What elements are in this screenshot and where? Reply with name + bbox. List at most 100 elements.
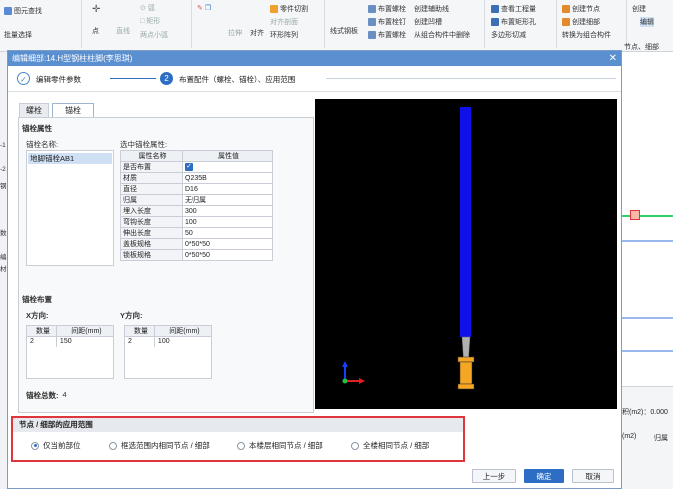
table-row[interactable]: 2 100: [124, 336, 213, 348]
table-row[interactable]: 材质 Q235B: [120, 172, 273, 184]
qty-header: 数量: [26, 325, 57, 337]
arc-icon: ⊙: [140, 5, 146, 12]
point-icon: ✛: [92, 4, 101, 15]
table-row[interactable]: 伸出长度 50: [120, 227, 273, 239]
create-right-button[interactable]: 创建: [632, 4, 646, 14]
scope-option-building[interactable]: 全楼相同节点 / 细部: [351, 440, 429, 451]
linear-plate-button[interactable]: 线式钢板: [330, 26, 358, 36]
left-strip-item: -2: [0, 166, 6, 173]
bolt-icon: [368, 5, 376, 13]
convert-to-combo-button[interactable]: 转换为组合构件: [562, 30, 611, 40]
place-bolt-button[interactable]: 布置螺栓: [368, 4, 406, 14]
prop-value-cell[interactable]: ✓: [182, 161, 273, 173]
prop-value-cell[interactable]: Q235B: [182, 172, 273, 184]
area-readout: 积(m2)：0.000: [622, 409, 668, 416]
prop-value-cell[interactable]: 100: [182, 216, 273, 228]
layout-title: 锚栓布置: [22, 295, 52, 304]
ok-button[interactable]: 确定: [524, 469, 564, 483]
base-plate-body: [459, 361, 473, 385]
table-row[interactable]: 归属 无归属: [120, 194, 273, 206]
align-button[interactable]: 对齐: [250, 28, 264, 38]
anchor-list[interactable]: 地脚锚栓AB1: [26, 150, 114, 266]
stretch-button[interactable]: 拉伸: [228, 28, 242, 38]
x-qty-cell[interactable]: 2: [26, 336, 57, 348]
radio-selected-icon[interactable]: [31, 441, 39, 450]
rect-icon: □: [140, 17, 145, 25]
prop-name-cell: 直径: [120, 183, 183, 195]
y-direction-grid[interactable]: 数量 间距(mm) 2 100: [124, 325, 213, 348]
tab-anchor[interactable]: 锚栓: [52, 103, 94, 117]
cancel-button[interactable]: 取消: [572, 469, 614, 483]
prop-value-cell[interactable]: 0*50*50: [182, 249, 273, 261]
create-node-button[interactable]: 创建节点: [562, 4, 600, 14]
table-row[interactable]: 是否布置 ✓: [120, 161, 273, 173]
checkbox-checked-icon[interactable]: ✓: [185, 163, 193, 171]
part-cut-button[interactable]: 零件切割: [270, 4, 308, 14]
prop-value-cell[interactable]: 无归属: [182, 194, 273, 206]
scope-option-floor[interactable]: 本楼层相同节点 / 细部: [237, 440, 323, 451]
line-button[interactable]: 直线: [116, 26, 130, 36]
prop-value-cell[interactable]: D16: [182, 183, 273, 195]
table-row[interactable]: 锁板规格 0*50*50: [120, 249, 273, 261]
property-grid-panel: 积(m2)：0.000 (m2) 归属: [622, 386, 673, 489]
preview-viewport[interactable]: [315, 99, 617, 409]
view-quantities-button[interactable]: 查看工程量: [491, 4, 536, 14]
rect-button[interactable]: □ 矩形: [140, 16, 160, 26]
y-qty-cell[interactable]: 2: [124, 336, 155, 348]
radio-icon[interactable]: [237, 441, 245, 450]
ring-array-button[interactable]: 环形阵列: [270, 30, 298, 40]
stud-icon: [368, 18, 376, 26]
step1-label: 编辑零件参数: [36, 75, 81, 84]
table-row[interactable]: 直径 D16: [120, 183, 273, 195]
table-row[interactable]: 2 150: [26, 336, 115, 348]
prop-name-cell: 埋入长度: [120, 205, 183, 217]
polygon-cut-button[interactable]: 多边形切减: [491, 30, 526, 40]
cut-icon: [270, 5, 278, 13]
x-direction-grid[interactable]: 数量 间距(mm) 2 150: [26, 325, 115, 348]
x-spacing-cell[interactable]: 150: [55, 336, 115, 348]
canvas-selected-node[interactable]: [630, 210, 640, 220]
node-icon: [562, 5, 570, 13]
prop-value-cell[interactable]: 50: [182, 227, 273, 239]
left-strip-item: -1: [0, 142, 6, 149]
table-row[interactable]: 埋入长度 300: [120, 205, 273, 217]
create-notch-button[interactable]: 创建凹槽: [414, 17, 442, 27]
two-point-arc-button[interactable]: 两点小弧: [140, 30, 168, 40]
scope-option-box-selection[interactable]: 框选范围内相同节点 / 细部: [109, 440, 210, 451]
align-profile-button[interactable]: 对齐剖面: [270, 17, 298, 27]
table-row[interactable]: 盖板规格 0*50*50: [120, 238, 273, 250]
anchor-list-item[interactable]: 地脚锚栓AB1: [28, 153, 112, 164]
left-strip-item: 编: [0, 254, 7, 261]
batch-select-button[interactable]: 批量选择: [4, 30, 32, 40]
place-rect-hole-button[interactable]: 布置矩形孔: [491, 17, 536, 27]
scope-option-current[interactable]: 仅当前部位: [31, 440, 81, 451]
edit-right-button[interactable]: 编辑: [640, 17, 654, 27]
create-detail-button[interactable]: 创建细部: [562, 17, 600, 27]
arc-button[interactable]: ⊙ 弧: [140, 3, 155, 13]
col-header: (m2): [622, 433, 637, 440]
step-indicator: ✓ 编辑零件参数 2 布置配件（螺栓、锚栓）、应用范围: [8, 66, 621, 92]
y-spacing-cell[interactable]: 100: [153, 336, 213, 348]
canvas-blue-line: [622, 240, 673, 242]
point-button[interactable]: ✛: [92, 4, 100, 15]
step-connector: [110, 78, 156, 79]
close-icon[interactable]: ✕: [609, 51, 617, 66]
table-row[interactable]: 弯钩长度 100: [120, 216, 273, 228]
remove-from-combo-button[interactable]: 从组合构件中删除: [414, 30, 470, 40]
radio-icon[interactable]: [109, 441, 117, 450]
x-grid-empty-area: [26, 347, 114, 379]
place-stud-button[interactable]: 布置栓钉: [368, 17, 406, 27]
prop-value-cell[interactable]: 300: [182, 205, 273, 217]
radio-icon[interactable]: [351, 441, 359, 450]
tab-bolt[interactable]: 螺栓: [19, 103, 49, 117]
prop-name-cell: 锁板规格: [120, 249, 183, 261]
previous-step-button[interactable]: 上一步: [472, 469, 516, 483]
prop-value-cell[interactable]: 0*50*50: [182, 238, 273, 250]
edit-tools-icons[interactable]: ✎ ❐: [197, 4, 211, 12]
place-bolt2-button[interactable]: 布置螺栓: [368, 30, 406, 40]
dialog-title-bar[interactable]: 编辑细部:14.H型钢柱柱脚(李思琪) ✕: [8, 51, 621, 66]
scope-section: 节点 / 细部的应用范围 仅当前部位 框选范围内相同节点 / 细部 本楼层相同节…: [11, 416, 465, 462]
model-canvas[interactable]: 积(m2)：0.000 (m2) 归属: [622, 52, 673, 489]
create-aux-line-button[interactable]: 创建辅助线: [414, 4, 449, 14]
graph-lookup-button[interactable]: 图元查找: [4, 6, 42, 16]
